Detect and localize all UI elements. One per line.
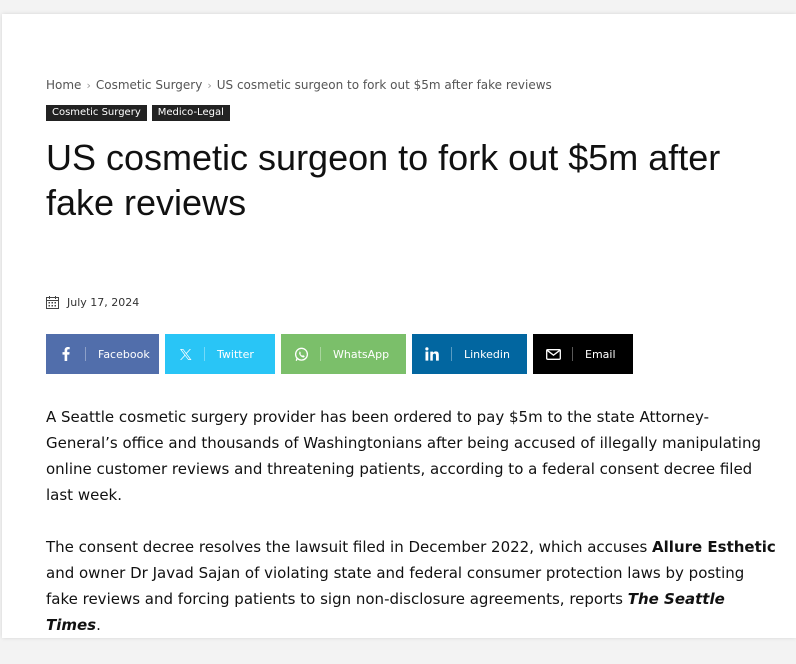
article-page: Home › Cosmetic Surgery › US cosmetic surgeo… [2, 14, 796, 638]
paragraph-2-text-c: . [96, 616, 101, 634]
share-email-label: Email [585, 347, 616, 361]
breadcrumb-separator: › [86, 79, 91, 92]
x-twitter-icon [165, 334, 205, 374]
share-twitter-button[interactable]: Twitter [165, 334, 275, 374]
share-facebook-label: Facebook [98, 347, 150, 361]
email-icon [533, 334, 573, 374]
facebook-icon [46, 334, 86, 374]
breadcrumb: Home › Cosmetic Surgery › US cosmetic surgeo… [46, 78, 552, 92]
share-facebook-button[interactable]: Facebook [46, 334, 159, 374]
article-date: July 17, 2024 [46, 296, 139, 309]
article-body: A Seattle cosmetic surgery provider has … [46, 404, 776, 664]
whatsapp-icon [281, 334, 321, 374]
breadcrumb-home-link[interactable]: Home [46, 78, 81, 92]
article-title: US cosmetic surgeon to fork out $5m afte… [46, 137, 721, 223]
share-buttons: Facebook Twitter WhatsApp Linkedin Email [46, 334, 633, 374]
date-text: July 17, 2024 [67, 296, 140, 309]
share-email-button[interactable]: Email [533, 334, 633, 374]
paragraph-2-text-a: The consent decree resolves the lawsuit … [46, 538, 653, 556]
share-twitter-label: Twitter [217, 347, 254, 361]
category-tag-cosmetic-surgery[interactable]: Cosmetic Surgery [46, 105, 147, 121]
calendar-icon [46, 296, 59, 309]
category-tag-medico-legal[interactable]: Medico-Legal [151, 105, 230, 121]
allure-esthetic-bold: Allure Esthetic [652, 538, 776, 556]
breadcrumb-current: US cosmetic surgeon to fork out $5m afte… [216, 78, 552, 92]
category-tags: Cosmetic Surgery Medico-Legal [46, 105, 230, 121]
share-linkedin-button[interactable]: Linkedin [412, 334, 527, 374]
article-paragraph-2: The consent decree resolves the lawsuit … [46, 534, 776, 638]
breadcrumb-separator: › [207, 79, 212, 92]
article-paragraph-1: A Seattle cosmetic surgery provider has … [46, 408, 761, 504]
breadcrumb-category-link[interactable]: Cosmetic Surgery [96, 78, 202, 92]
share-whatsapp-button[interactable]: WhatsApp [281, 334, 406, 374]
linkedin-icon [412, 334, 452, 374]
share-whatsapp-label: WhatsApp [333, 347, 390, 361]
share-linkedin-label: Linkedin [464, 347, 510, 361]
